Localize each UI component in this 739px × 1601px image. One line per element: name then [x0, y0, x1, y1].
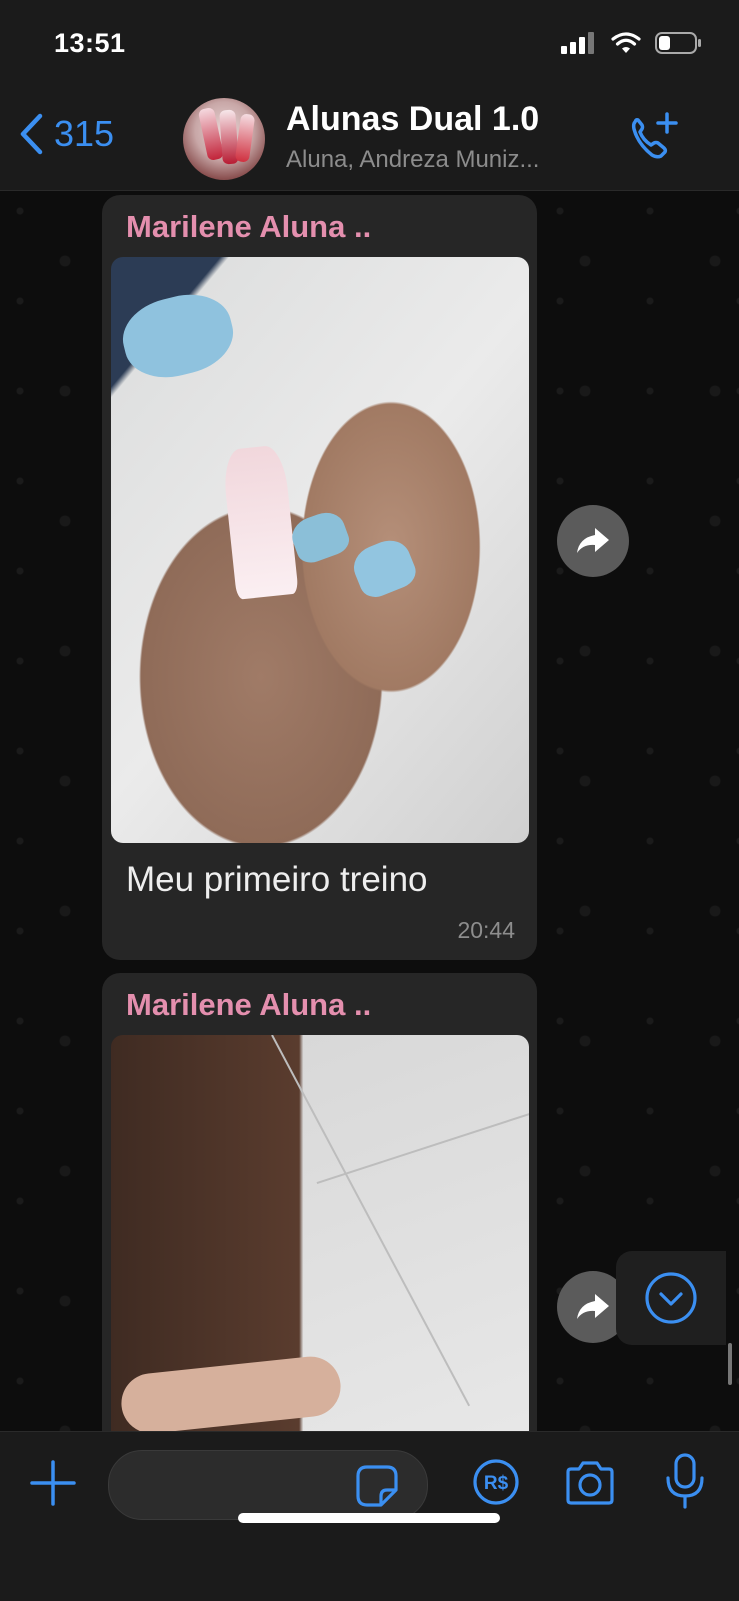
camera-icon: [566, 1461, 614, 1505]
message-photo[interactable]: [111, 257, 529, 843]
payment-icon: R$: [473, 1459, 519, 1505]
sticker-icon: [356, 1465, 398, 1507]
scroll-down-button[interactable]: [616, 1251, 726, 1345]
message-caption: Meu primeiro treino: [126, 860, 428, 899]
forward-icon: [577, 528, 609, 553]
wifi-icon: [611, 32, 641, 53]
forward-button[interactable]: [557, 505, 629, 577]
status-icons: [561, 32, 703, 54]
home-indicator: [238, 1513, 500, 1523]
chevron-left-icon: [20, 113, 43, 155]
cellular-signal-icon: [561, 32, 594, 54]
scroll-down-icon: [645, 1272, 697, 1324]
svg-text:R$: R$: [484, 1473, 509, 1494]
attach-button[interactable]: [28, 1458, 78, 1513]
group-title[interactable]: Alunas Dual 1.0: [286, 100, 539, 139]
scrollbar[interactable]: [728, 1343, 732, 1385]
status-bar: 13:51: [0, 0, 739, 90]
add-call-icon: [631, 112, 678, 159]
message-time: 20:44: [457, 917, 515, 943]
input-bar: R$: [0, 1431, 739, 1601]
group-members[interactable]: Aluna, Andreza Muniz...: [286, 146, 539, 174]
camera-button[interactable]: [563, 1460, 617, 1511]
group-avatar[interactable]: [183, 98, 265, 180]
sender-name[interactable]: Marilene Aluna ..: [126, 209, 371, 245]
payment-button[interactable]: R$: [472, 1458, 520, 1511]
message-bubble[interactable]: Marilene Aluna .. Meu primeiro treino 20…: [102, 195, 537, 960]
message-input[interactable]: [108, 1450, 428, 1520]
message-bubble[interactable]: Marilene Aluna ..: [102, 973, 537, 1431]
message-photo[interactable]: [111, 1035, 529, 1431]
forward-icon: [577, 1294, 609, 1319]
chat-area[interactable]: Marilene Aluna .. Meu primeiro treino 20…: [0, 191, 739, 1431]
add-call-button[interactable]: [625, 110, 681, 171]
sticker-button[interactable]: [355, 1464, 399, 1513]
status-time: 13:51: [54, 28, 126, 58]
microphone-button[interactable]: [663, 1452, 707, 1515]
unread-count: 315: [54, 113, 115, 154]
battery-icon: [655, 32, 701, 54]
plus-icon: [30, 1460, 76, 1506]
sender-name[interactable]: Marilene Aluna ..: [126, 987, 371, 1023]
chat-header: 315 Alunas Dual 1.0 Aluna, Andreza Muniz…: [0, 90, 739, 191]
microphone-icon: [666, 1453, 704, 1509]
back-button[interactable]: 315: [18, 112, 114, 156]
